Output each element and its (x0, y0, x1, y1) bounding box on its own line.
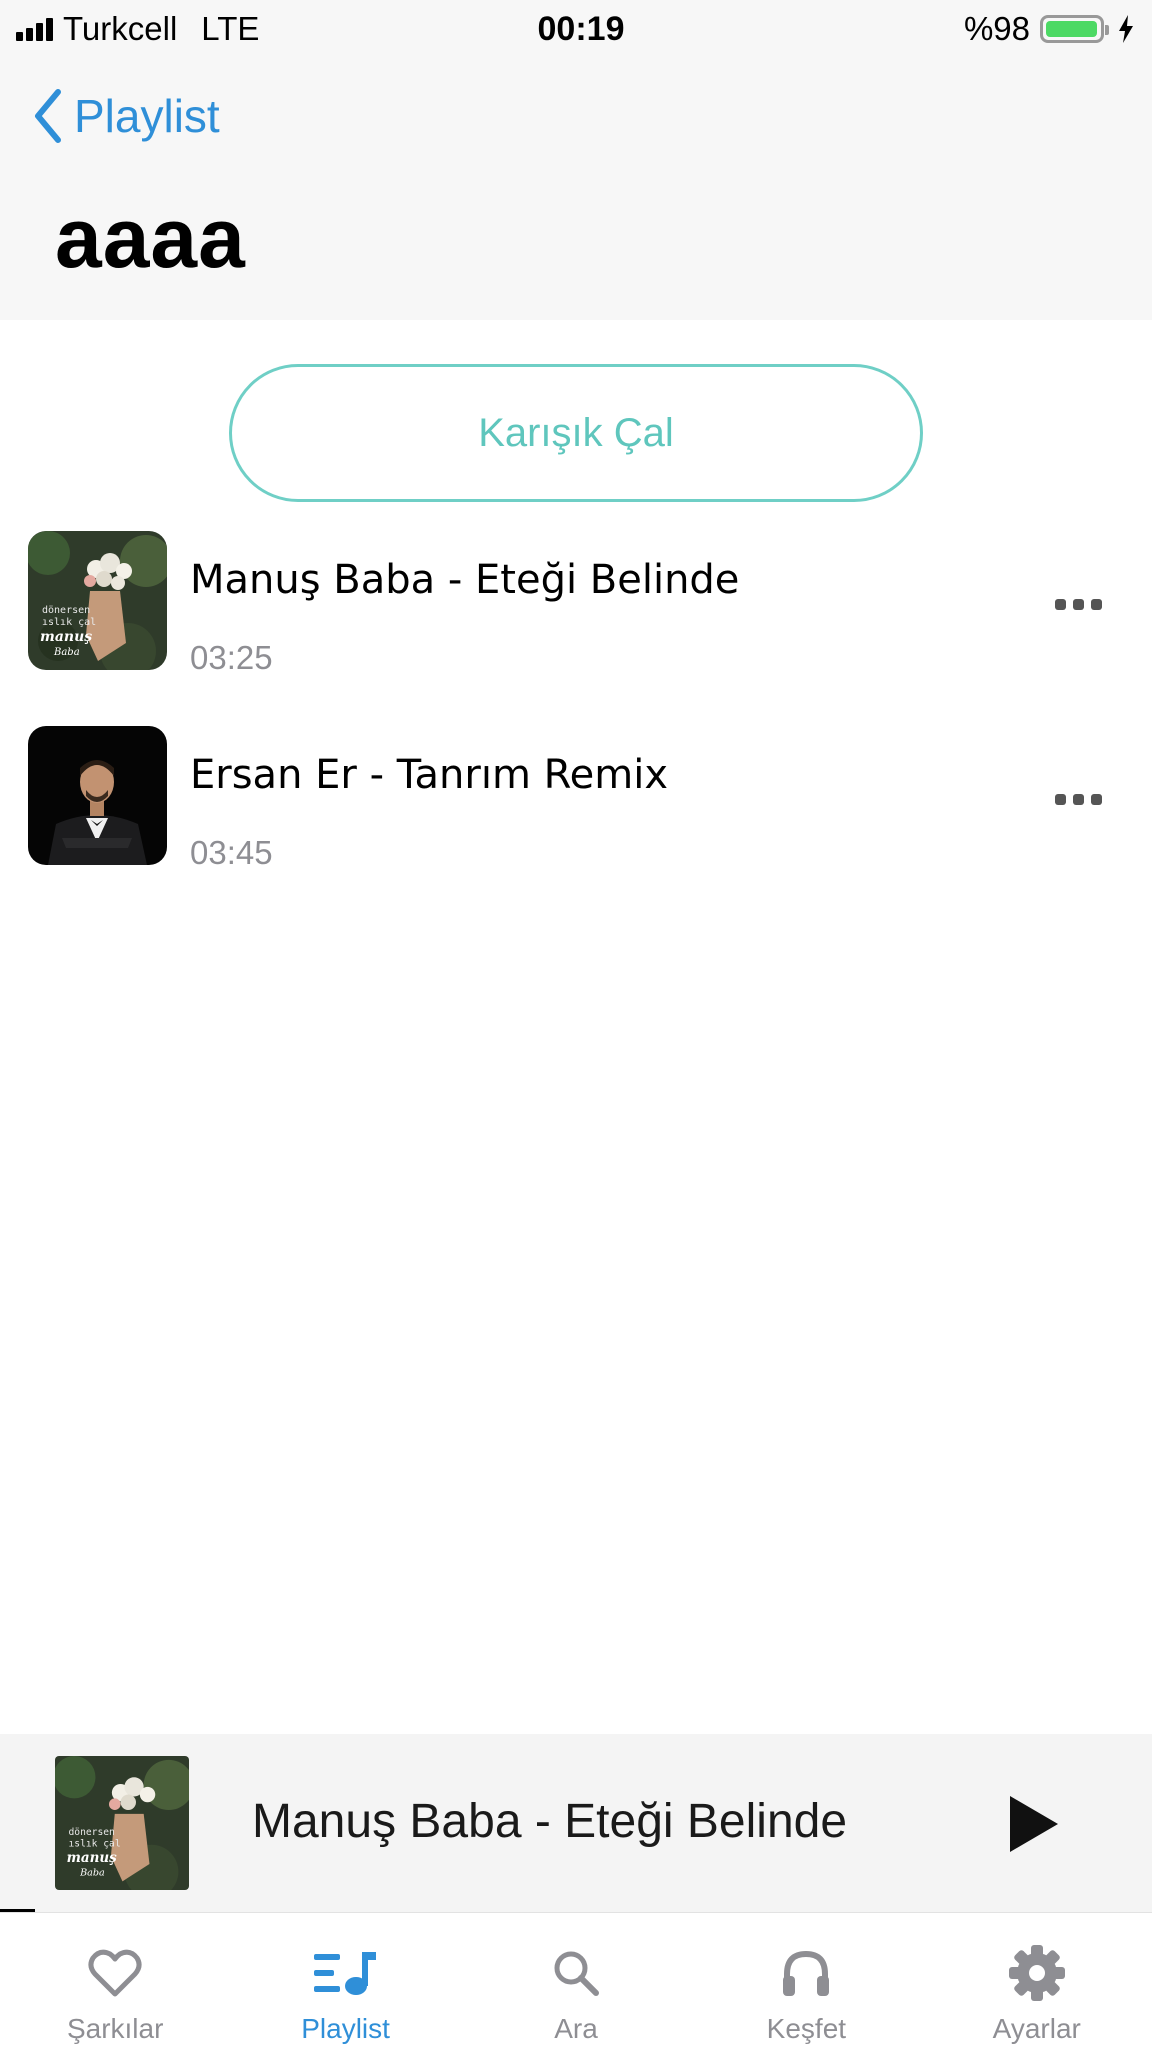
tab-playlist[interactable]: Playlist (230, 1913, 460, 2049)
album-art-text: manuş (40, 629, 92, 645)
tab-label: Ayarlar (992, 2013, 1081, 2044)
album-art-text: Baba (79, 1868, 105, 1879)
heart-icon (88, 1949, 142, 1997)
headphones-icon (783, 1950, 830, 1996)
tab-label: Playlist (301, 2013, 390, 2044)
tab-discover[interactable]: Keşfet (691, 1913, 921, 2049)
more-dot-icon (1055, 794, 1066, 805)
more-dot-icon (1091, 794, 1102, 805)
playlist-icon (313, 1952, 376, 1995)
song-title: Manuş Baba - Eteği Belinde (190, 557, 740, 603)
tab-label: Keşfet (766, 2013, 847, 2044)
artist-photo (28, 726, 167, 865)
mini-player[interactable]: dönersen ıslık çal manuş Baba Manuş Baba… (0, 1734, 1152, 1912)
navigation-header: Playlist aaaa (0, 58, 1152, 320)
tab-settings[interactable]: Ayarlar (922, 1913, 1152, 2049)
now-playing-title: Manuş Baba - Eteği Belinde (252, 1795, 848, 1848)
more-dot-icon (1091, 599, 1102, 610)
more-dot-icon (1073, 599, 1084, 610)
more-dot-icon (1055, 599, 1066, 610)
chevron-left-icon (35, 89, 61, 143)
battery-level-fill (1046, 21, 1097, 37)
charging-bolt-icon (1119, 15, 1133, 43)
battery-percentage: %98 (963, 10, 1030, 47)
tab-bar: Şarkılar Playlist Ara Keşfet Ayarlar (0, 1912, 1152, 2049)
album-art-text: Baba (53, 647, 80, 658)
tab-search[interactable]: Ara (461, 1913, 691, 2049)
song-row[interactable]: dönersen ıslık çal manuş Baba Manuş Baba… (0, 531, 1152, 726)
now-playing-album-art: dönersen ıslık çal manuş Baba (55, 1756, 189, 1890)
song-duration: 03:25 (190, 639, 273, 676)
page-title: aaaa (55, 191, 246, 285)
status-bar: Turkcell LTE 00:19 %98 (0, 0, 1152, 58)
album-art-text: ıslık çal (42, 617, 96, 628)
gear-icon (1008, 1945, 1065, 2001)
status-right: %98 (964, 10, 1134, 48)
song-duration: 03:45 (190, 834, 273, 871)
play-button[interactable] (1000, 1792, 1064, 1861)
album-art-text: ıslık çal (68, 1839, 120, 1850)
more-options-button[interactable] (1045, 784, 1112, 815)
song-title: Ersan Er - Tanrım Remix (190, 752, 668, 798)
more-options-button[interactable] (1045, 589, 1112, 620)
album-art: dönersen ıslık çal manuş Baba (28, 531, 167, 670)
back-button-label: Playlist (74, 90, 220, 142)
shuffle-play-button[interactable]: Karışık Çal (229, 364, 923, 502)
album-art-text: dönersen (42, 605, 90, 616)
more-dot-icon (1073, 794, 1084, 805)
play-icon (1010, 1796, 1058, 1852)
song-row[interactable]: Ersan Er - Tanrım Remix 03:45 (0, 726, 1152, 921)
search-icon (554, 1951, 599, 1996)
battery-icon (1040, 15, 1109, 43)
album-art-text: manuş (67, 1850, 118, 1866)
tab-label: Şarkılar (66, 2013, 164, 2044)
album-art-text: dönersen (68, 1827, 114, 1838)
tab-songs[interactable]: Şarkılar (0, 1913, 230, 2049)
tab-label: Ara (554, 2013, 598, 2044)
back-button[interactable]: Playlist (32, 88, 220, 144)
